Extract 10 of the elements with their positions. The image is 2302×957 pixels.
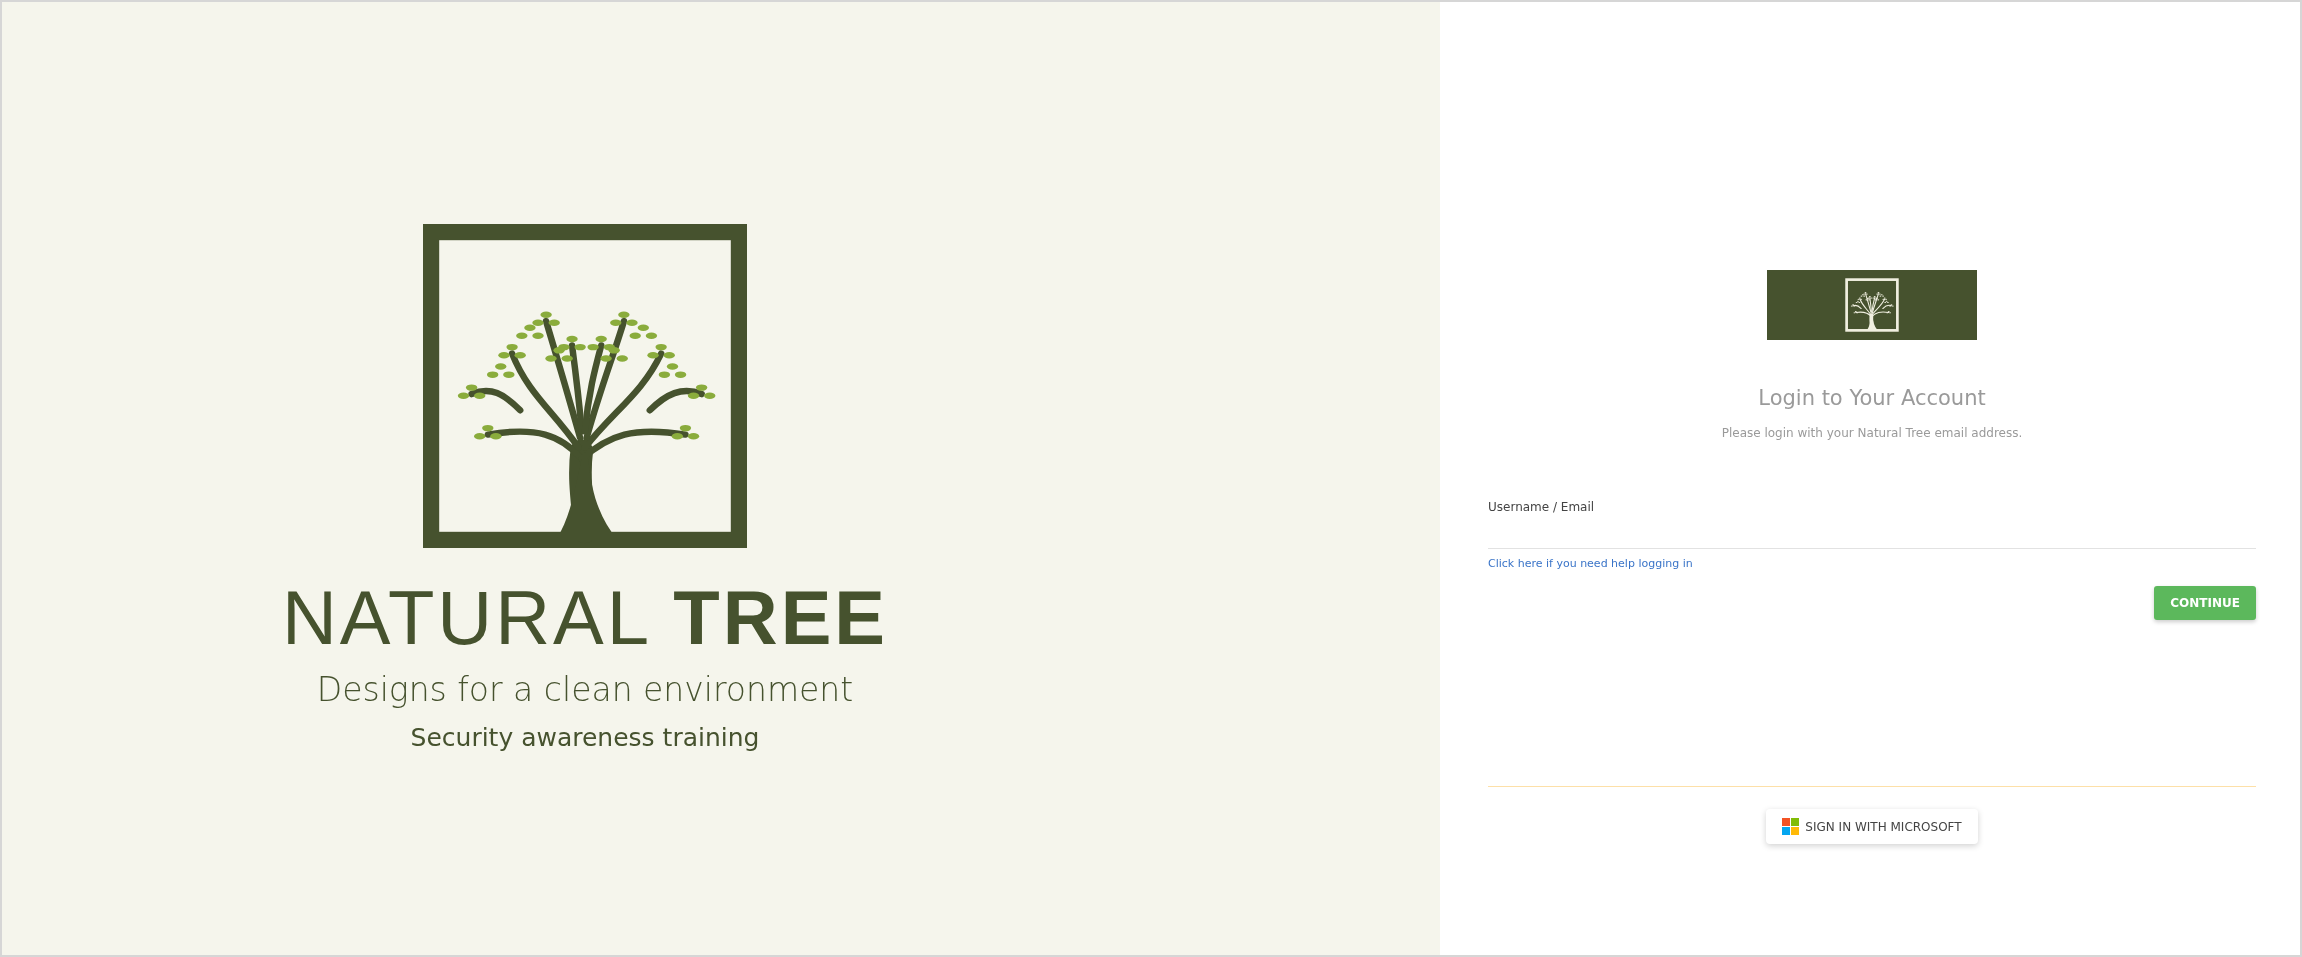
brand-name: NATURAL TREE <box>281 580 889 656</box>
login-title: Login to Your Account <box>1758 386 1986 410</box>
tree-logo-icon <box>1845 278 1899 332</box>
field-label: Username / Email <box>1488 500 1596 514</box>
brand-subtitle: Security awareness training <box>410 723 760 752</box>
brand-tagline: Designs for a clean environment <box>316 670 854 709</box>
help-link[interactable]: Click here if you need help logging in <box>1488 557 1693 570</box>
windows-logo-icon <box>1782 818 1800 835</box>
login-subtitle: Please login with your Natural Tree email address. <box>1721 426 2023 440</box>
microsoft-sign-in-button[interactable]: SIGN IN WITH MICROSOFT <box>1766 809 1978 844</box>
